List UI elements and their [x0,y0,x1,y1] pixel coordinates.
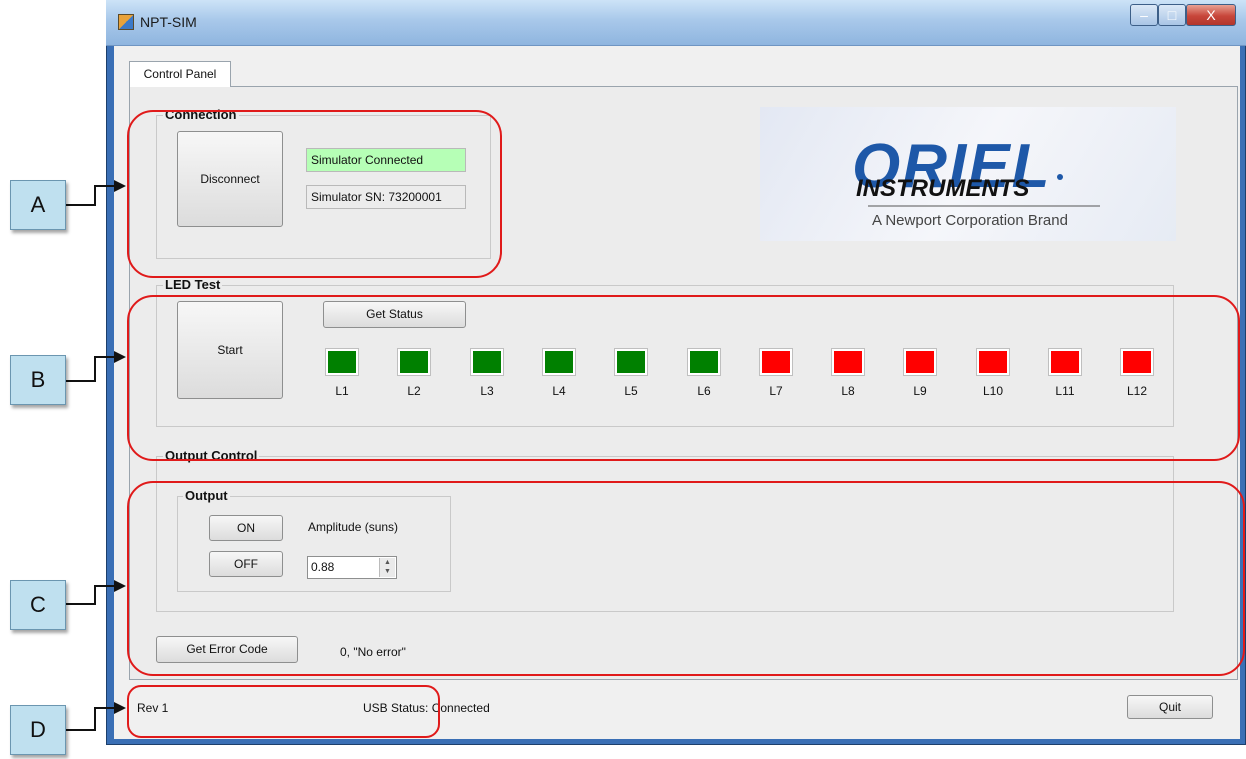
callout-arrows [66,180,126,731]
callout-a: A [10,180,66,230]
callout-c: C [10,580,66,630]
callout-d: D [10,705,66,755]
callout-b: B [10,355,66,405]
tab-control-panel[interactable]: Control Panel [129,61,231,87]
